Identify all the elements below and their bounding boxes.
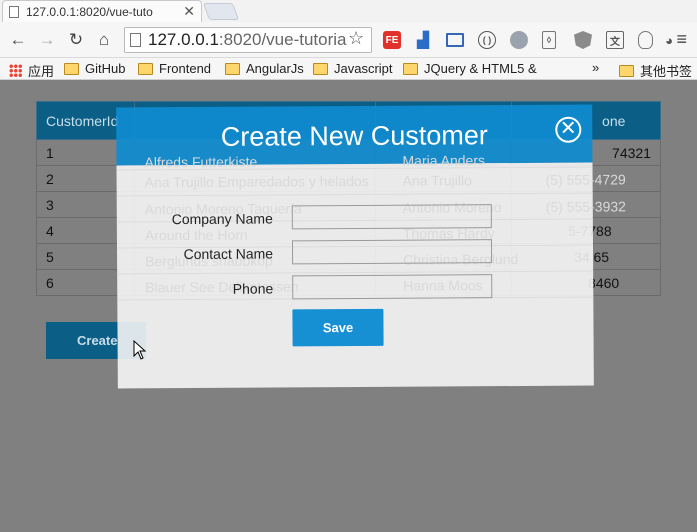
folder-icon xyxy=(403,62,418,75)
folder-icon xyxy=(64,62,79,75)
bookmark-label: Frontend xyxy=(159,61,212,76)
screenshot-extension-icon[interactable] xyxy=(446,33,464,47)
bookmark-label: AngularJs xyxy=(246,61,304,76)
browser-tab[interactable]: 127.0.0.1:8020/vue-tuto ✕ xyxy=(2,0,202,22)
tab-close-icon[interactable]: ✕ xyxy=(183,3,195,20)
bookmark-frontend[interactable]: Frontend xyxy=(138,61,211,76)
bookmark-label: 应用 xyxy=(28,64,55,79)
angular-extension-icon[interactable] xyxy=(574,31,592,49)
create-customer-modal: Create New Customer ✕ Alfreds Futterkist… xyxy=(116,104,626,389)
folder-icon xyxy=(619,64,634,77)
page-icon xyxy=(9,5,19,18)
ghost-row-company: Around the Horn xyxy=(144,226,248,244)
browser-toolbar: ← → ↻ ⌂ 127.0.0.1:8020/vue-tutoria ☆ FE … xyxy=(0,22,697,58)
folder-icon xyxy=(138,62,153,75)
mouse-cursor-icon xyxy=(133,340,147,360)
company-name-label: Company Name xyxy=(171,210,273,228)
modal-body: Alfreds Futterkiste Maria Anders Ana Tru… xyxy=(116,152,626,389)
home-icon[interactable]: ⌂ xyxy=(94,30,114,50)
bookmark-label: Javascript xyxy=(334,61,393,76)
translate-extension-icon[interactable]: 文 xyxy=(606,31,624,49)
close-icon[interactable]: ✕ xyxy=(555,116,582,143)
ghost-line xyxy=(116,192,593,197)
folder-icon xyxy=(225,62,240,75)
bookmarks-overflow-chevron[interactable]: » xyxy=(592,60,599,75)
folder-icon xyxy=(313,62,328,75)
bookmarks-bar: 应用 GitHub Frontend AngularJs Javascript … xyxy=(0,58,697,80)
bookmark-github[interactable]: GitHub xyxy=(64,61,125,76)
page-info-icon[interactable] xyxy=(130,33,141,47)
bookmark-star-icon[interactable]: ☆ xyxy=(348,28,364,49)
bookmark-label: JQuery & HTML5 & xyxy=(424,61,537,76)
phone-input[interactable] xyxy=(292,274,493,300)
shield-extension-icon[interactable] xyxy=(638,31,653,49)
ghost-row-phone: (5) 555-3932 xyxy=(545,198,626,215)
address-bar[interactable]: 127.0.0.1:8020/vue-tutoria xyxy=(124,27,372,53)
save-button[interactable]: Save xyxy=(292,308,384,347)
back-icon[interactable]: ← xyxy=(8,30,28,50)
browser-menu-icon[interactable]: ≡ xyxy=(676,29,687,50)
ghost-row-contact: Ana Trujillo xyxy=(402,172,472,189)
url-text: 127.0.0.1:8020/vue-tutoria xyxy=(148,30,347,49)
bookmark-label: 其他书签 xyxy=(640,64,693,79)
fe-extension-icon[interactable]: FE xyxy=(383,31,401,49)
chart-extension-icon[interactable]: ▟ xyxy=(414,31,432,49)
doc-extension-icon[interactable]: ◊ xyxy=(542,31,556,49)
ghost-row-company: Ana Trujillo Emparedados y helados xyxy=(144,172,369,191)
bookmark-other[interactable]: 其他书签 xyxy=(619,61,692,80)
code-extension-icon[interactable]: ( ) xyxy=(478,31,496,49)
bookmark-label: GitHub xyxy=(85,61,126,76)
modal-title: Create New Customer xyxy=(220,120,488,152)
contact-name-input[interactable] xyxy=(291,239,493,265)
company-name-input[interactable] xyxy=(291,204,492,230)
bookmark-javascript[interactable]: Javascript xyxy=(313,61,393,76)
circle-extension-icon[interactable] xyxy=(510,31,528,49)
phone-label: Phone xyxy=(232,280,274,297)
browser-tabstrip: 127.0.0.1:8020/vue-tuto ✕ xyxy=(0,0,697,22)
bookmark-apps[interactable]: 应用 xyxy=(9,61,54,80)
contact-name-label: Contact Name xyxy=(183,245,274,263)
apps-icon xyxy=(9,64,22,77)
forward-icon[interactable]: → xyxy=(37,30,57,50)
bookmark-angularjs[interactable]: AngularJs xyxy=(225,61,304,76)
tab-title: 127.0.0.1:8020/vue-tuto xyxy=(26,4,153,19)
ghost-row-contact: Maria Anders xyxy=(402,152,486,169)
ghost-line xyxy=(117,270,594,275)
new-tab-button[interactable] xyxy=(202,3,240,20)
reload-icon[interactable]: ↻ xyxy=(66,30,86,50)
bookmark-jquery-html5[interactable]: JQuery & HTML5 & xyxy=(403,61,537,76)
eye-extension-icon[interactable]: ◕ xyxy=(660,31,678,49)
ghost-row-phone: (5) 555-4729 xyxy=(545,171,626,188)
